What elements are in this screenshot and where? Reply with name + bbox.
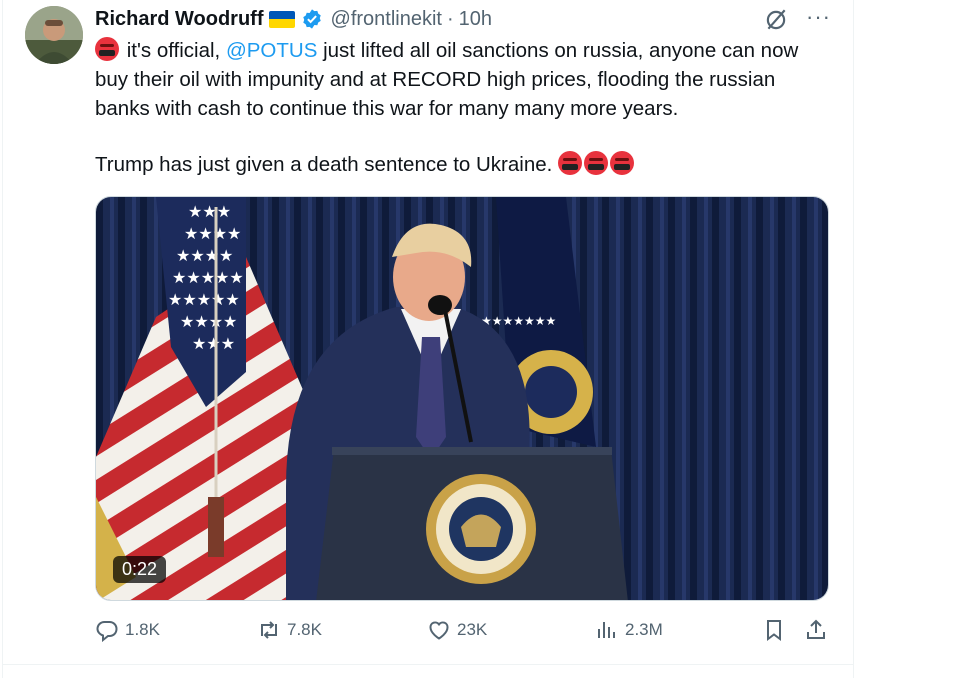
angry-face-emoji: [95, 37, 119, 61]
tweet-text-line2: Trump has just given a death sentence to…: [95, 153, 553, 176]
views-button[interactable]: 2.3M: [595, 618, 663, 642]
svg-text:★★★★: ★★★★: [180, 312, 237, 331]
angry-face-emoji: [584, 151, 609, 175]
views-icon: [598, 622, 615, 638]
views-count: 2.3M: [625, 620, 663, 639]
bookmark-button[interactable]: [762, 618, 792, 642]
reply-button[interactable]: 1.8K: [95, 618, 160, 642]
repost-icon: [261, 621, 277, 639]
separator-dot: ·: [446, 7, 454, 30]
avatar[interactable]: [25, 6, 83, 64]
tweet-text-part1: it's official,: [126, 39, 221, 62]
mention-link[interactable]: @POTUS: [226, 39, 317, 62]
video-duration-badge: 0:22: [113, 556, 167, 583]
share-button[interactable]: [804, 618, 834, 642]
reply-count: 1.8K: [125, 620, 160, 639]
verified-badge-icon: [302, 9, 321, 29]
bookmark-icon: [767, 620, 781, 641]
svg-text:★★★★: ★★★★: [184, 224, 241, 243]
svg-text:★★★: ★★★: [188, 202, 231, 221]
svg-text:★★★★★: ★★★★★: [168, 290, 240, 309]
timeline-border-left: [2, 0, 3, 678]
tweet-text: it's official, @POTUS just lifted all oi…: [95, 36, 835, 179]
svg-text:★★★: ★★★: [192, 334, 235, 353]
video-player[interactable]: ★★★ ★★★★ ★★★★ ★★★★★ ★★★★★ ★★★★ ★★★ ★★★★★★★: [95, 196, 829, 601]
reply-icon: [96, 621, 118, 642]
like-icon: [429, 621, 449, 640]
grok-icon[interactable]: [763, 7, 789, 33]
tweet-header: Richard Woodruff @frontlinekit · 10h: [95, 5, 492, 33]
like-button[interactable]: 23K: [427, 618, 487, 642]
more-icon[interactable]: ···: [806, 4, 831, 30]
angry-face-emoji: [558, 151, 583, 175]
svg-text:★★★★★★★: ★★★★★★★: [481, 314, 556, 328]
timeline-border-right: [853, 0, 854, 678]
repost-count: 7.8K: [287, 620, 322, 639]
author-name[interactable]: Richard Woodruff: [95, 8, 264, 31]
svg-text:★★★★★: ★★★★★: [172, 268, 244, 287]
tweet-divider: [2, 664, 854, 665]
repost-button[interactable]: 7.8K: [257, 618, 322, 642]
like-count: 23K: [457, 620, 488, 639]
tweet-time[interactable]: 10h: [459, 8, 492, 31]
svg-text:★★★★: ★★★★: [176, 246, 233, 265]
angry-face-emoji: [610, 151, 635, 175]
video-thumbnail: ★★★★★★★★★★★ ★★★★★★★★★★★★★★ ★★★ ★★★★★★★: [96, 197, 828, 600]
author-handle[interactable]: @frontlinekit: [331, 8, 442, 31]
ukraine-flag-icon: [268, 10, 295, 28]
tweet-actions: 1.8K 7.8K 23K 2.3M: [95, 618, 835, 652]
share-icon: [807, 619, 825, 639]
